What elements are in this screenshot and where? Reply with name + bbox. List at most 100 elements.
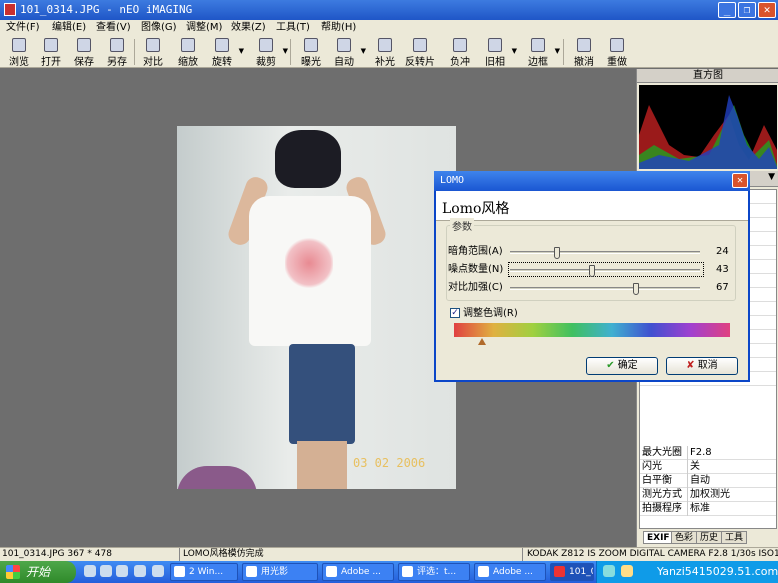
- cross-process-icon: [453, 38, 467, 52]
- save-button[interactable]: 保存: [68, 37, 100, 68]
- window-icon: [402, 566, 413, 577]
- system-tray: Yanzi5415029.51.com: [596, 561, 778, 583]
- window-titlebar[interactable]: 101_0314.JPG - nEO iMAGING _ ❐ ✕: [0, 0, 778, 20]
- cross-process-button[interactable]: 负冲: [444, 37, 476, 68]
- quicklaunch-desktop-icon[interactable]: [100, 565, 112, 577]
- old-photo-icon: [488, 38, 502, 52]
- toolbar-separator: [290, 39, 291, 65]
- fill-light-button[interactable]: 补光: [369, 37, 401, 68]
- window-title: 101_0314.JPG - nEO iMAGING: [20, 3, 193, 16]
- status-camera-info: KODAK Z812 IS ZOOM DIGITAL CAMERA F2.8 1…: [527, 549, 778, 559]
- browse-icon: [12, 38, 26, 52]
- histogram: [639, 85, 777, 169]
- redo-button[interactable]: 重做: [601, 37, 633, 68]
- menu-effects[interactable]: 效果(Z): [231, 20, 266, 36]
- table-row: 测光方式 加权测光: [640, 488, 776, 502]
- photo-canvas[interactable]: 03 02 2006: [177, 126, 456, 489]
- cancel-button[interactable]: ✘ 取消: [666, 357, 738, 375]
- tab-tools[interactable]: 工具: [721, 531, 748, 544]
- noise-value: 43: [716, 264, 729, 275]
- quicklaunch-folder-icon[interactable]: [134, 565, 146, 577]
- undo-icon: [577, 38, 591, 52]
- taskbar-item-active[interactable]: 101_03...: [550, 563, 594, 581]
- table-row: 闪光关: [640, 460, 776, 474]
- save-as-button[interactable]: 另存: [101, 37, 133, 68]
- table-row: 拍摄程序 标准: [640, 502, 776, 516]
- quicklaunch-app-icon[interactable]: [152, 565, 164, 577]
- contrast-slider[interactable]: [510, 283, 700, 295]
- crop-button[interactable]: 裁剪 ▼: [250, 37, 288, 68]
- rotate-button[interactable]: 旋转 ▼: [206, 37, 244, 68]
- reversal-film-button[interactable]: 反转片: [401, 37, 439, 68]
- chevron-down-icon[interactable]: ▼: [283, 47, 288, 55]
- tray-icon[interactable]: [603, 565, 615, 577]
- browse-button[interactable]: 浏览: [3, 37, 35, 68]
- contrast-slider-thumb[interactable]: [633, 283, 640, 295]
- ok-button[interactable]: ✔ 确定: [586, 357, 658, 375]
- maximize-button[interactable]: ❐: [738, 2, 756, 18]
- contrast-slider-row: 对比加强(C) 67: [448, 281, 738, 295]
- old-photo-button[interactable]: 旧相 ▼: [479, 37, 517, 68]
- hue-bar[interactable]: [454, 323, 730, 337]
- noise-label: 噪点数量(N): [448, 264, 504, 275]
- border-button[interactable]: 边框 ▼: [522, 37, 560, 68]
- compare-button[interactable]: 对比: [137, 37, 169, 68]
- taskbar-item[interactable]: 用光影: [242, 563, 318, 581]
- lomo-dialog: LOMO ✕ Lomo风格 参数 暗角范围(A) 24 噪点数量(N) 43 对…: [434, 171, 750, 382]
- menu-file[interactable]: 文件(F): [6, 20, 40, 36]
- zoom-button[interactable]: 缩放: [172, 37, 204, 68]
- tab-history[interactable]: 历史: [696, 531, 723, 544]
- checkmark-icon[interactable]: ✓: [450, 308, 460, 318]
- exposure-button[interactable]: 曝光: [295, 37, 327, 68]
- tray-icon[interactable]: [621, 565, 633, 577]
- menu-help[interactable]: 帮助(H): [321, 20, 356, 36]
- collapse-icon[interactable]: ▼: [768, 172, 775, 182]
- taskbar-item[interactable]: Adobe ...: [322, 563, 394, 581]
- vignette-value: 24: [716, 246, 729, 257]
- vignette-slider-thumb[interactable]: [554, 247, 561, 259]
- minimize-button[interactable]: _: [718, 2, 736, 18]
- quicklaunch-media-icon[interactable]: [116, 565, 128, 577]
- auto-button[interactable]: 自动 ▼: [328, 37, 366, 68]
- zoom-icon: [181, 38, 195, 52]
- chevron-down-icon[interactable]: ▼: [361, 47, 366, 55]
- chevron-down-icon[interactable]: ▼: [239, 47, 244, 55]
- undo-button[interactable]: 撤消: [568, 37, 600, 68]
- noise-slider-row: 噪点数量(N) 43: [448, 262, 738, 277]
- photo-shirt-print: [285, 236, 333, 290]
- watermark: Yanzi5415029.51.com: [657, 565, 778, 578]
- dialog-heading: Lomo风格: [442, 201, 510, 217]
- contrast-label: 对比加强(C): [448, 282, 503, 293]
- tab-exif[interactable]: EXIF: [643, 531, 674, 544]
- dialog-titlebar[interactable]: LOMO ✕: [434, 171, 750, 191]
- menu-view[interactable]: 查看(V): [96, 20, 131, 36]
- cross-icon: ✘: [686, 360, 695, 371]
- noise-slider-thumb[interactable]: [589, 265, 596, 277]
- chevron-down-icon[interactable]: ▼: [555, 47, 560, 55]
- quicklaunch-ie-icon[interactable]: [84, 565, 96, 577]
- adjust-tone-checkbox[interactable]: ✓ 调整色调(R): [450, 308, 518, 320]
- window-icon: [246, 566, 257, 577]
- toolbar-separator: [563, 39, 564, 65]
- taskbar-item[interactable]: Adobe ...: [474, 563, 546, 581]
- menu-edit[interactable]: 编辑(E): [52, 20, 86, 36]
- start-button[interactable]: 开始: [0, 561, 76, 583]
- taskbar-item[interactable]: 评选：t...: [398, 563, 470, 581]
- open-button[interactable]: 打开: [35, 37, 67, 68]
- menu-image[interactable]: 图像(G): [141, 20, 177, 36]
- dialog-header: Lomo风格: [436, 191, 748, 221]
- close-button[interactable]: ✕: [758, 2, 776, 18]
- menu-adjust[interactable]: 调整(M): [186, 20, 222, 36]
- menu-tools[interactable]: 工具(T): [276, 20, 310, 36]
- redo-icon: [610, 38, 624, 52]
- tab-color[interactable]: 色彩: [671, 531, 698, 544]
- noise-slider[interactable]: [510, 265, 700, 277]
- reversal-film-icon: [413, 38, 427, 52]
- vignette-slider[interactable]: [510, 247, 700, 259]
- dialog-close-button[interactable]: ✕: [732, 173, 748, 188]
- taskbar-item[interactable]: 2 Win...: [170, 563, 238, 581]
- chevron-down-icon[interactable]: ▼: [512, 47, 517, 55]
- vignette-label: 暗角范围(A): [448, 246, 503, 257]
- hue-marker[interactable]: [477, 338, 486, 345]
- dialog-title: LOMO: [440, 175, 465, 186]
